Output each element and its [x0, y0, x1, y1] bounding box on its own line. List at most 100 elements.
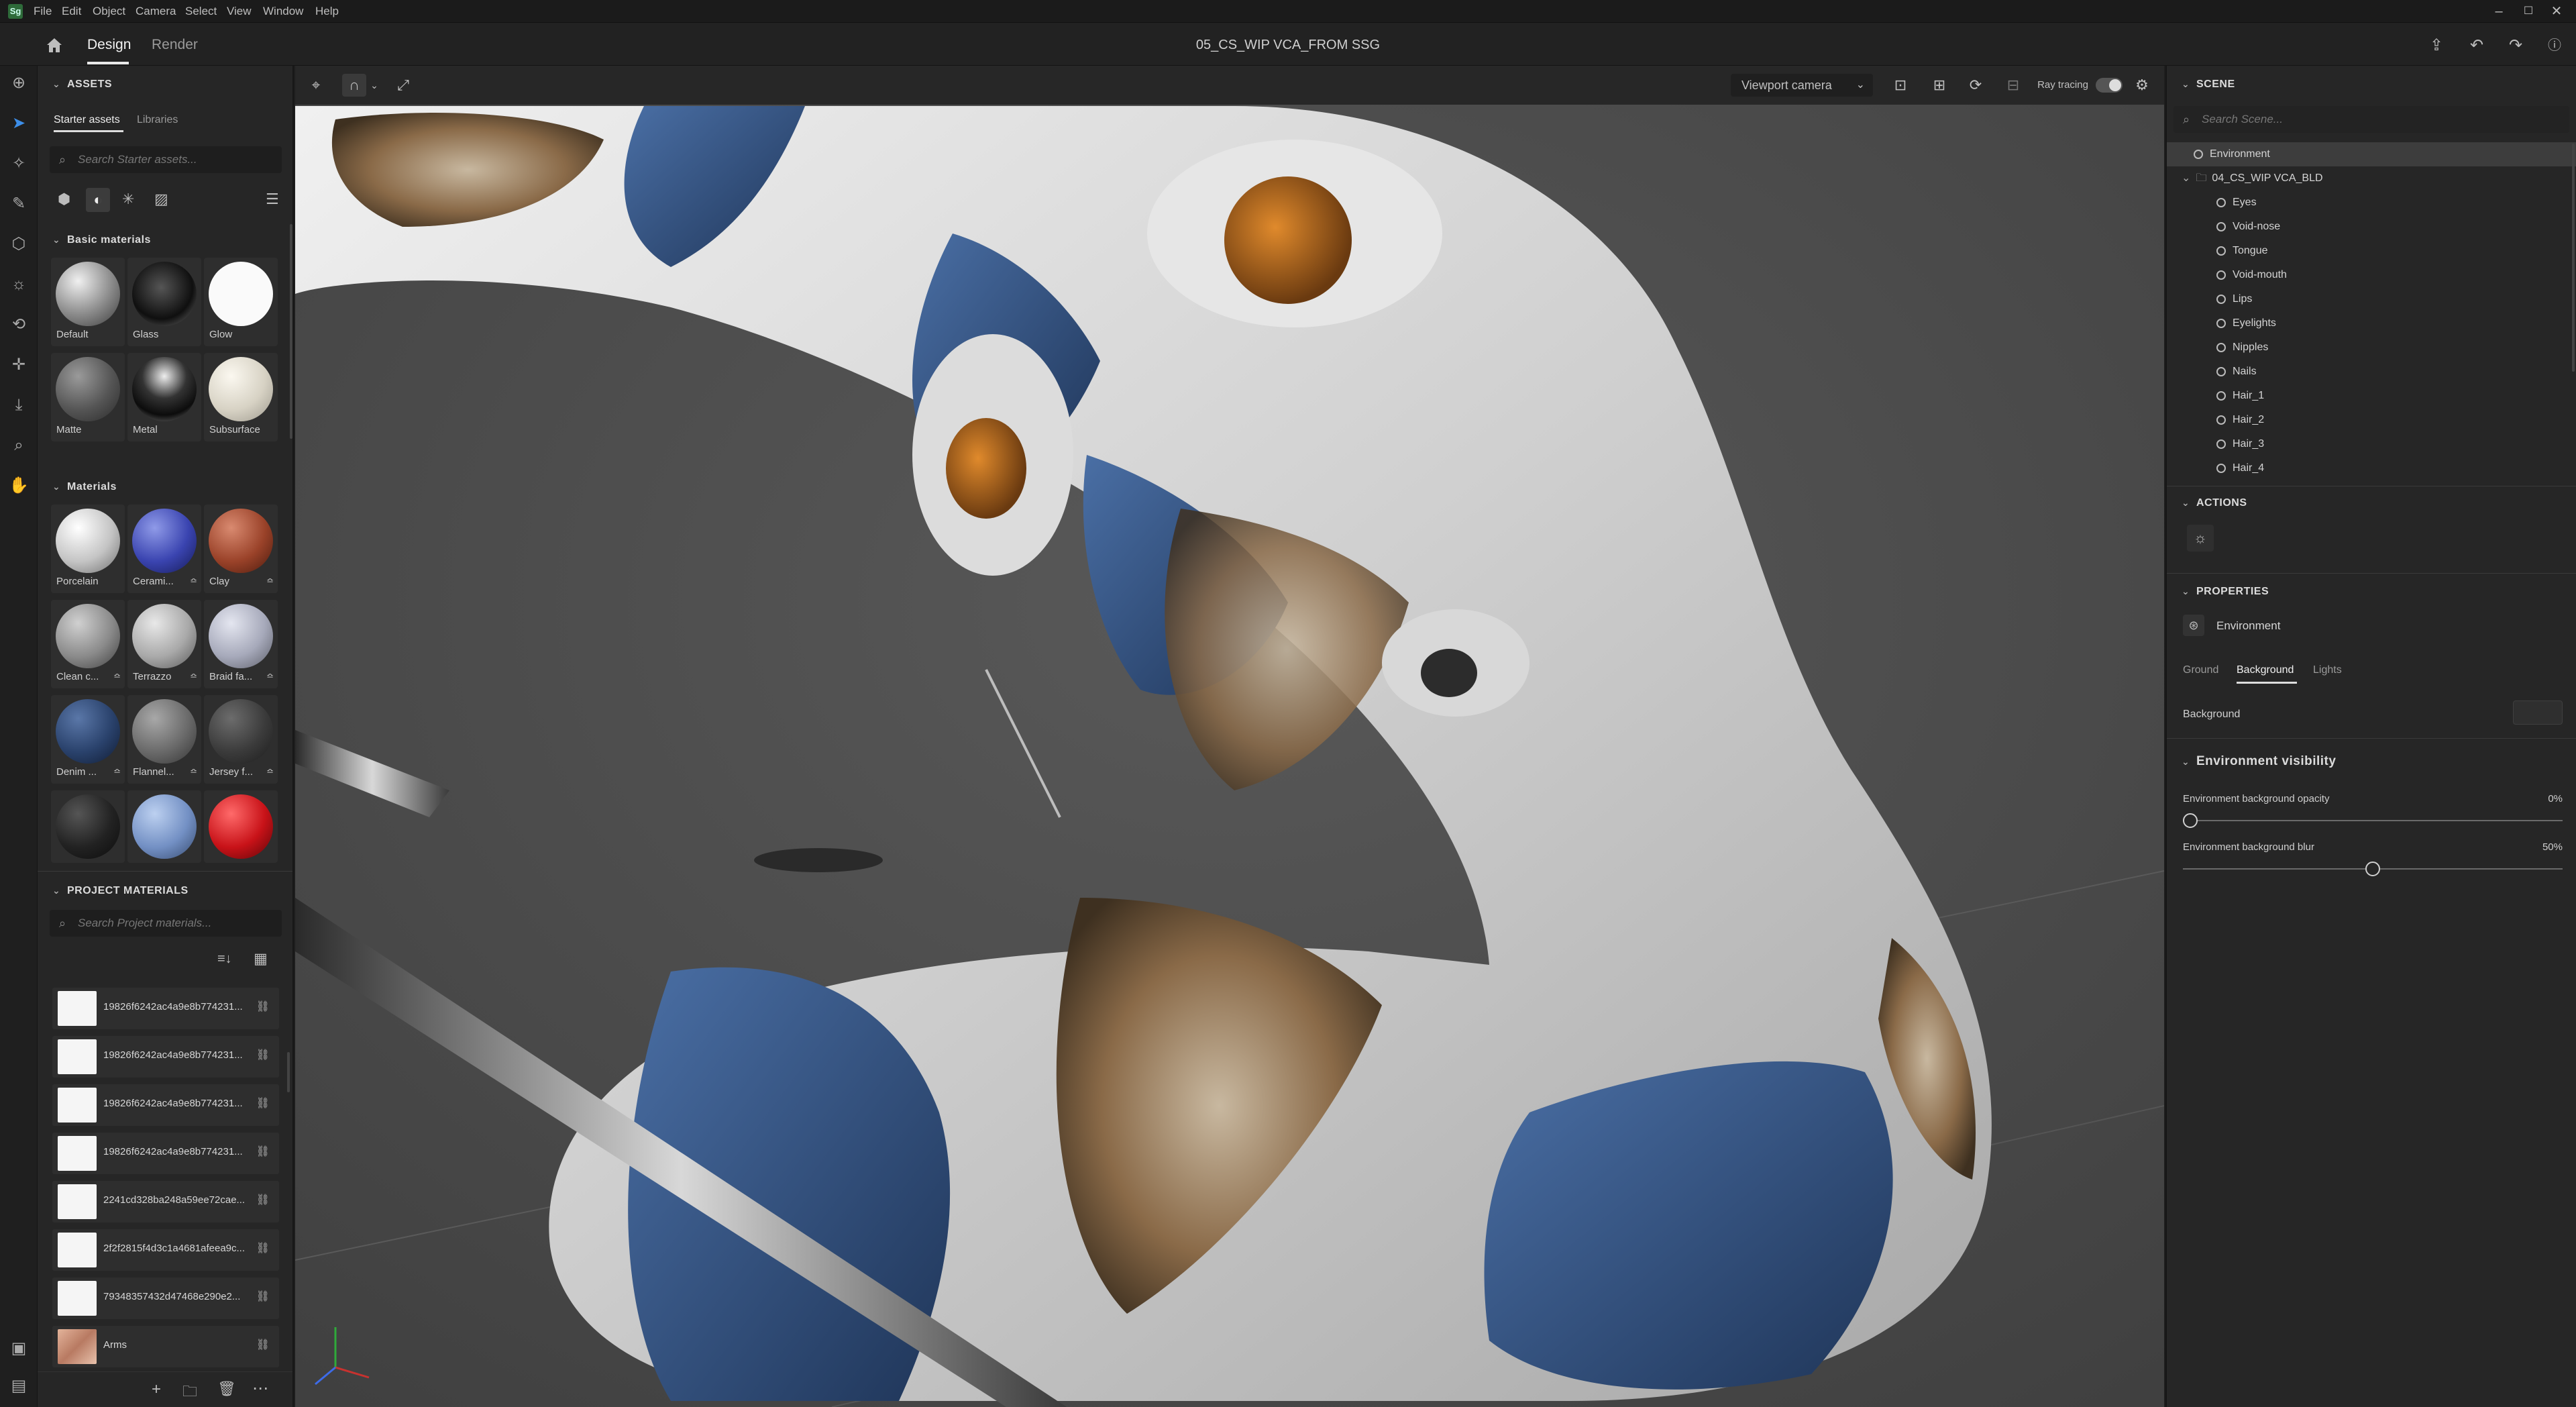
material-flannel[interactable]: Flannel... ≏ — [127, 695, 201, 784]
select-tool-icon[interactable]: ➤ — [7, 111, 31, 136]
basic-materials-header[interactable]: ⌄ Basic materials — [52, 229, 151, 250]
scene-search-input[interactable]: ⌕ Search Scene... — [2174, 106, 2569, 133]
tab-design[interactable]: Design — [87, 35, 131, 55]
maximize-icon[interactable]: ☐ — [2518, 3, 2538, 20]
menu-file[interactable]: File — [34, 4, 52, 19]
camera-rotate-icon[interactable]: ⟳ — [1964, 74, 1987, 97]
project-materials-search-input[interactable]: ⌕ Search Project materials... — [50, 910, 282, 937]
models-filter-icon[interactable]: ⬢ — [58, 191, 70, 208]
project-materials-header[interactable]: ⌄ PROJECT MATERIALS — [52, 880, 189, 900]
menu-select[interactable]: Select — [185, 4, 217, 19]
scene-item[interactable]: Nipples — [2167, 335, 2576, 360]
share-icon[interactable]: ⇪ — [2426, 35, 2447, 56]
material-metal[interactable]: Metal — [127, 353, 201, 441]
materials-header[interactable]: ⌄ Materials — [52, 476, 117, 497]
grid-view-icon[interactable]: ▦ — [254, 950, 268, 968]
camera-bookmark-icon[interactable]: ⊡ — [1889, 74, 1912, 97]
material-clay[interactable]: Clay ≏ — [204, 505, 278, 593]
eyedropper-icon[interactable]: ✎ — [7, 192, 31, 216]
pan-icon[interactable]: ✋ — [7, 474, 31, 498]
menu-view[interactable]: View — [227, 4, 252, 19]
scene-item[interactable]: Nails — [2167, 360, 2576, 384]
assets-panel-icon[interactable]: ▣ — [7, 1337, 31, 1361]
material-ceramic[interactable]: Cerami... ≏ — [127, 505, 201, 593]
scene-item[interactable]: Eyes — [2167, 191, 2576, 215]
material-dark[interactable] — [51, 790, 125, 863]
menu-help[interactable]: Help — [315, 4, 339, 19]
snap-icon[interactable]: ∩ — [342, 74, 366, 97]
assets-scrollbar[interactable] — [290, 224, 292, 439]
material-clean-concrete[interactable]: Clean c... ≏ — [51, 600, 125, 688]
properties-header[interactable]: ⌄ PROPERTIES — [2182, 581, 2269, 601]
sort-icon[interactable]: ≡↓ — [217, 951, 232, 967]
close-icon[interactable]: ✕ — [2546, 3, 2567, 20]
scene-item[interactable]: Hair_2 — [2167, 408, 2576, 432]
tab-libraries[interactable]: Libraries — [137, 111, 178, 129]
material-matte[interactable]: Matte — [51, 353, 125, 441]
material-glass[interactable]: Glass — [127, 258, 201, 346]
assets-search-input[interactable]: ⌕ Search Starter assets... — [50, 146, 282, 173]
camera-add-icon[interactable]: ⊞ — [1928, 74, 1951, 97]
material-braid-fabric[interactable]: Braid fa... ≏ — [204, 600, 278, 688]
env-visibility-header[interactable]: ⌄ Environment visibility — [2182, 751, 2336, 772]
blur-slider-handle[interactable] — [2365, 862, 2380, 876]
project-material-row[interactable]: 79348357432d47468e290e2... ⛓ — [52, 1278, 279, 1319]
images-filter-icon[interactable]: ▨ — [154, 191, 168, 208]
environment-action-icon[interactable]: ☼ — [2187, 525, 2214, 552]
material-red[interactable] — [204, 790, 278, 863]
material-blue[interactable] — [127, 790, 201, 863]
menu-camera[interactable]: Camera — [136, 4, 176, 19]
help-icon[interactable]: ⓘ — [2544, 35, 2565, 56]
menu-edit[interactable]: Edit — [62, 4, 81, 19]
actions-header[interactable]: ⌄ ACTIONS — [2182, 492, 2247, 513]
chevron-down-icon[interactable]: ⌄ — [368, 74, 381, 97]
render-settings-icon[interactable]: ⚙ — [2131, 74, 2153, 97]
cube-icon[interactable]: ⬡ — [7, 232, 31, 256]
project-material-row[interactable]: 19826f6242ac4a9e8b774231... ⛓ — [52, 1036, 279, 1078]
transform-icon[interactable]: ⤢ — [392, 74, 415, 97]
background-color-swatch[interactable] — [2513, 700, 2563, 725]
scene-scrollbar[interactable] — [2572, 144, 2575, 372]
material-glow[interactable]: Glow — [204, 258, 278, 346]
ray-tracing-toggle[interactable] — [2096, 78, 2123, 93]
materials-filter-icon[interactable]: ◐ — [86, 188, 110, 212]
scene-item[interactable]: Void-mouth — [2167, 263, 2576, 287]
more-icon[interactable]: ⋯ — [252, 1379, 268, 1398]
add-icon[interactable]: ⊕ — [7, 71, 31, 95]
drop-to-ground-icon[interactable]: ⤓ — [7, 393, 31, 417]
tab-ground[interactable]: Ground — [2183, 660, 2218, 680]
undo-icon[interactable]: ↶ — [2466, 35, 2487, 56]
list-view-icon[interactable]: ☰ — [266, 191, 279, 208]
library-icon[interactable]: ▤ — [7, 1374, 31, 1398]
project-material-row[interactable]: 2241cd328ba248a59ee72cae... ⛓ — [52, 1181, 279, 1222]
material-terrazzo[interactable]: Terrazzo ≏ — [127, 600, 201, 688]
tab-starter-assets[interactable]: Starter assets — [54, 111, 120, 129]
zoom-icon[interactable]: ⌕ — [7, 433, 31, 458]
scene-item[interactable]: Void-nose — [2167, 215, 2576, 239]
material-default[interactable]: Default — [51, 258, 125, 346]
scene-header[interactable]: ⌄ SCENE — [2182, 74, 2235, 94]
scene-item[interactable]: Lips — [2167, 287, 2576, 311]
project-material-row[interactable]: 2f2f2815f4d3c1a4681afeea9c... ⛓ — [52, 1229, 279, 1271]
material-jersey-fabric[interactable]: Jersey f... ≏ — [204, 695, 278, 784]
camera-dropdown[interactable]: Viewport camera ⌄ — [1731, 74, 1873, 97]
scene-item[interactable]: Eyelights — [2167, 311, 2576, 335]
opacity-slider-handle[interactable] — [2183, 813, 2198, 828]
magic-wand-icon[interactable]: ✧ — [7, 152, 31, 176]
folder-icon[interactable]: 🗀 — [182, 1380, 197, 1406]
scene-item-environment[interactable]: Environment — [2167, 142, 2576, 166]
tab-lights[interactable]: Lights — [2313, 660, 2342, 680]
trash-icon[interactable]: 🗑 — [217, 1380, 236, 1398]
menu-window[interactable]: Window — [263, 4, 303, 19]
project-material-row[interactable]: Arms ⛓ — [52, 1326, 279, 1367]
lights-filter-icon[interactable]: ✳ — [122, 191, 134, 208]
scene-item[interactable]: Hair_4 — [2167, 456, 2576, 480]
orbit-icon[interactable]: ⟲ — [7, 313, 31, 337]
scene-group[interactable]: ⌄ 🗀 04_CS_WIP VCA_BLD — [2167, 166, 2576, 191]
home-icon[interactable] — [44, 35, 64, 55]
minimize-icon[interactable]: – — [2489, 3, 2509, 20]
project-material-row[interactable]: 19826f6242ac4a9e8b774231... ⛓ — [52, 988, 279, 1029]
tab-background[interactable]: Background — [2237, 660, 2294, 680]
project-material-row[interactable]: 19826f6242ac4a9e8b774231... ⛓ — [52, 1084, 279, 1126]
frame-icon[interactable]: ⌖ — [305, 74, 327, 97]
